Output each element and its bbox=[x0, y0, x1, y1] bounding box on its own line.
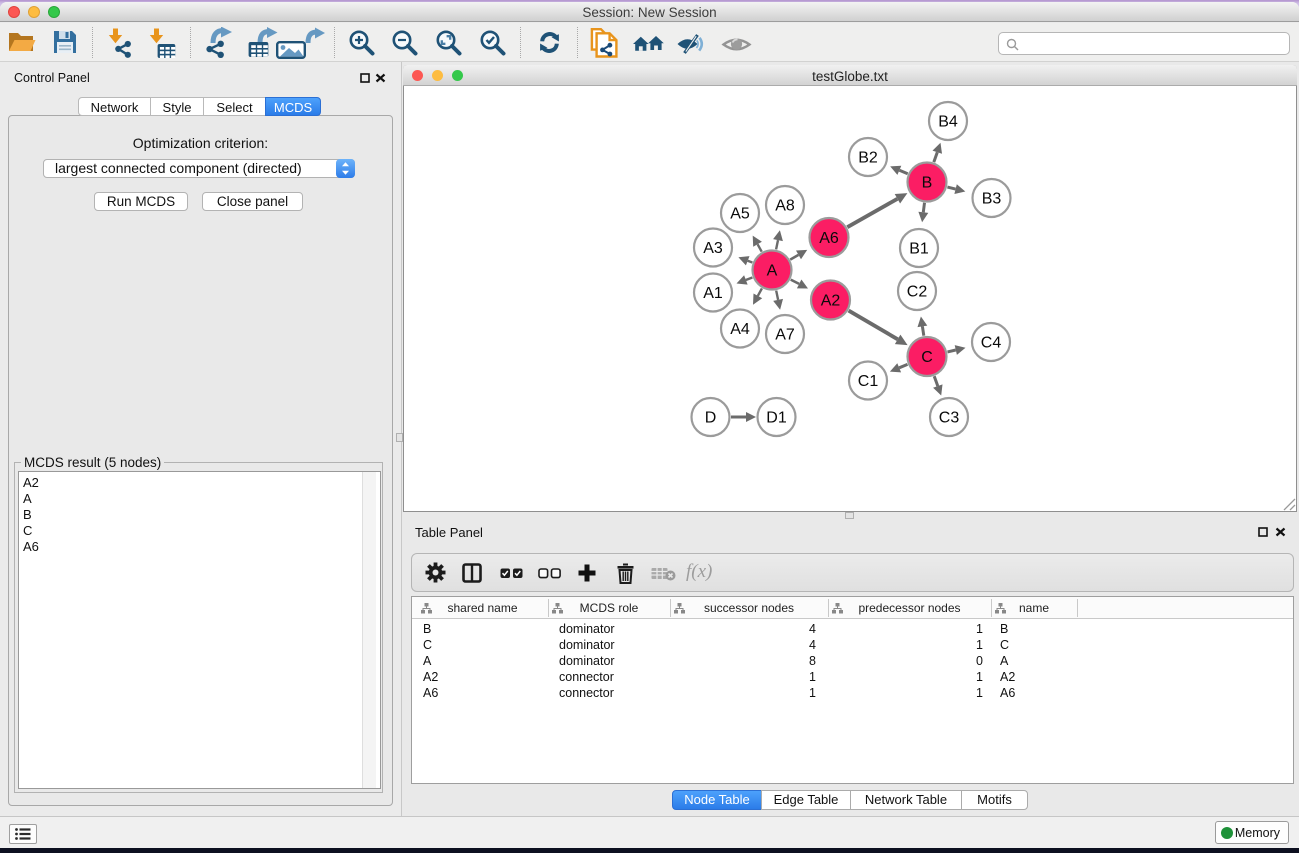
svg-text:B: B bbox=[922, 175, 933, 192]
svg-text:A: A bbox=[767, 263, 778, 280]
svg-text:C4: C4 bbox=[981, 335, 1002, 352]
svg-text:A2: A2 bbox=[821, 293, 841, 310]
svg-text:C2: C2 bbox=[907, 284, 928, 301]
svg-text:B4: B4 bbox=[938, 114, 958, 131]
svg-text:C1: C1 bbox=[858, 373, 879, 390]
svg-text:B3: B3 bbox=[982, 191, 1002, 208]
svg-text:A3: A3 bbox=[703, 240, 723, 257]
svg-text:D1: D1 bbox=[766, 410, 787, 427]
svg-text:A4: A4 bbox=[730, 321, 750, 338]
svg-text:B2: B2 bbox=[858, 150, 878, 167]
svg-text:C: C bbox=[921, 349, 933, 366]
svg-text:A5: A5 bbox=[730, 206, 750, 223]
svg-text:A1: A1 bbox=[703, 285, 723, 302]
svg-text:A6: A6 bbox=[819, 230, 839, 247]
svg-text:A8: A8 bbox=[775, 198, 795, 215]
svg-text:A7: A7 bbox=[775, 327, 795, 344]
svg-text:D: D bbox=[705, 410, 717, 427]
svg-text:C3: C3 bbox=[939, 410, 960, 427]
svg-text:B1: B1 bbox=[909, 241, 929, 258]
